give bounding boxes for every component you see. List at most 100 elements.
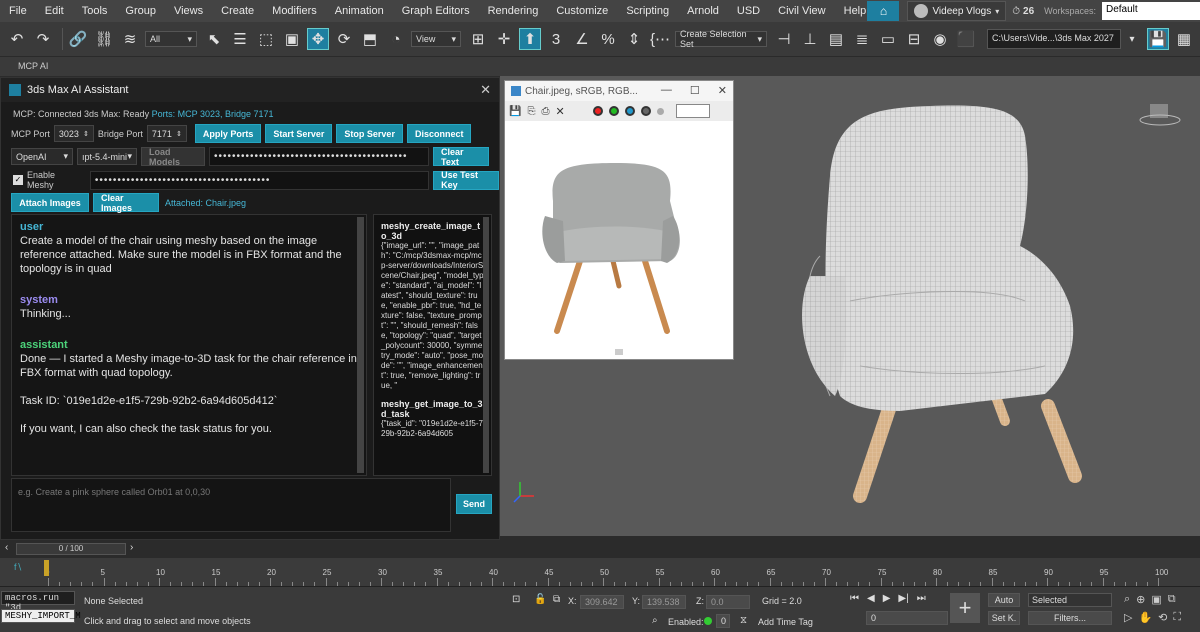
tool-log-scrollbar[interactable] [483,217,489,473]
zoom-icon[interactable]: ⌕ [1124,593,1130,606]
menu-item-edit[interactable]: Edit [36,0,73,22]
grid-icon[interactable]: ▦ [1173,28,1195,50]
menu-item-animation[interactable]: Animation [326,0,393,22]
clear-text-button[interactable]: Clear Text [433,147,489,167]
api-key-field[interactable]: ••••••••••••••••••••••••••••••••••••••••… [209,147,429,166]
zoom-all-icon[interactable]: ⊕ [1136,593,1145,606]
rect-selection-icon[interactable]: ⬚ [255,28,277,50]
time-slider[interactable]: 0 / 100 [16,543,126,555]
mcp-port-spinner[interactable]: 3023 ⇕ [53,125,94,142]
time-tag-icon[interactable]: ⧖ [740,615,747,626]
auto-key-button[interactable]: Auto [988,593,1020,607]
project-path[interactable]: C:\Users\Vide...\3ds Max 2027 [987,29,1121,49]
snaps-toggle-icon[interactable]: 3 [545,28,567,50]
stop-server-button[interactable]: Stop Server [336,124,403,143]
red-channel-icon[interactable] [592,106,603,116]
copy-icon[interactable]: ⎘ [527,106,535,117]
keyboard-shortcut-icon[interactable]: ⬆ [519,28,541,50]
select-manipulate-icon[interactable]: ✛ [493,28,515,50]
current-frame-marker[interactable] [44,560,49,576]
curve-editor-icon[interactable]: ▭ [877,28,899,50]
rotate-icon[interactable]: ⟳ [333,28,355,50]
meshy-key-field[interactable]: ••••••••••••••••••••••••••••••••••••••• [89,170,430,190]
pivot-icon[interactable]: ⊞ [467,28,489,50]
material-editor-icon[interactable]: ◉ [929,28,951,50]
scale-icon[interactable]: ⬒ [359,28,381,50]
orbit-icon[interactable]: ⟲ [1158,611,1167,624]
tool-call-log[interactable]: meshy_create_image_to_3d {"image_url": ""… [373,214,492,476]
bind-spacewarp-icon[interactable]: ≋ [119,28,141,50]
named-selection-sets[interactable]: Create Selection Set ▾ [675,29,767,49]
selection-filter[interactable]: All ▾ [145,31,197,47]
schematic-view-icon[interactable]: ⊟ [903,28,925,50]
render-setup-icon[interactable]: ⬛ [955,28,977,50]
menu-item-modifiers[interactable]: Modifiers [263,0,326,22]
maximize-viewport-icon[interactable]: ⛶ [1173,611,1181,624]
next-frame-icon[interactable]: ▶| [898,593,908,604]
green-channel-icon[interactable] [608,106,619,116]
user-menu[interactable]: Videep Vlogs ▾ [907,1,1007,21]
z-coordinate[interactable]: 0.0 [706,595,750,609]
clear-icon[interactable]: ✕ [555,105,564,118]
use-test-key-button[interactable]: Use Test Key [433,170,500,190]
enabled-value[interactable]: 0 [716,614,730,628]
mono-icon[interactable] [656,107,664,115]
prev-frame-icon[interactable]: ‹ [5,542,8,553]
x-coordinate[interactable]: 309.642 [580,595,624,609]
load-models-button[interactable]: Load Models [141,147,205,167]
close-icon[interactable]: ✕ [718,84,727,97]
menu-item-views[interactable]: Views [165,0,212,22]
save-icon[interactable]: 💾 [509,106,521,117]
key-filter-select[interactable]: Selected [1028,593,1112,607]
menu-item-scripting[interactable]: Scripting [617,0,678,22]
scene-explorer-icon[interactable]: ≣ [851,28,873,50]
set-key-button[interactable]: Set K. [988,611,1020,625]
minimize-icon[interactable]: — [661,84,672,97]
menu-item-tools[interactable]: Tools [73,0,117,22]
select-by-name-icon[interactable]: ☰ [229,28,251,50]
align-icon[interactable]: ⊥ [799,28,821,50]
spinner-snap-icon[interactable]: ⇕ [623,28,645,50]
menu-item-customize[interactable]: Customize [547,0,617,22]
go-to-start-icon[interactable]: ⏮ [850,593,859,604]
edit-named-selection-icon[interactable]: {⋯ [649,28,671,50]
go-to-end-icon[interactable]: ⏭ [917,593,926,604]
reference-coordinate[interactable]: View ▾ [411,31,461,47]
layer-explorer-icon[interactable]: ▤ [825,28,847,50]
chevron-down-icon[interactable]: ▾ [1121,28,1143,50]
menu-item-civil-view[interactable]: Civil View [769,0,834,22]
maxscript-listener-line1[interactable]: macros.run "3d [1,591,75,613]
menu-item-arnold[interactable]: Arnold [678,0,728,22]
model-select[interactable]: ıpt-5.4-mini ▾ [77,148,137,165]
field-of-view-icon[interactable]: ▷ [1124,611,1132,624]
zoom-extents-all-icon[interactable]: ⧉ [1168,593,1176,606]
menu-item-file[interactable]: File [0,0,36,22]
window-crossing-icon[interactable]: ▣ [281,28,303,50]
menu-item-rendering[interactable]: Rendering [479,0,548,22]
enable-meshy-checkbox[interactable]: ✓ [13,175,23,185]
menu-item-usd[interactable]: USD [728,0,769,22]
current-frame-field[interactable]: 0 [866,611,948,625]
lock-selection-icon[interactable]: 🔓 [534,594,546,605]
track-bar-toggle-icon[interactable]: f∖ [14,562,22,573]
provider-select[interactable]: OpenAI ▾ [11,148,73,165]
home-icon[interactable]: ⌂ [867,1,900,21]
isolate-icon[interactable]: ⊡ [512,594,520,605]
play-icon[interactable]: ▶ [883,593,891,604]
absolute-mode-icon[interactable]: ⧉ [553,594,560,605]
mirror-icon[interactable]: ⊣ [773,28,795,50]
link-icon[interactable]: 🔗 [67,28,89,50]
bridge-port-spinner[interactable]: 7171 ⇕ [146,125,187,142]
search-icon[interactable]: ⌕ [652,615,658,626]
prompt-input[interactable]: e.g. Create a pink sphere called Orb01 a… [11,478,451,532]
unlink-icon[interactable]: ⛓ [93,28,115,50]
print-icon[interactable]: ⎙ [541,106,549,117]
pan-icon[interactable]: ✋ [1138,611,1152,624]
angle-snap-icon[interactable]: ∠ [571,28,593,50]
blue-channel-icon[interactable] [624,106,635,116]
alpha-channel-icon[interactable] [640,106,651,116]
maxscript-listener-line2[interactable]: MESHY_IMPORT_M [1,609,81,623]
clear-images-button[interactable]: Clear Images [93,193,159,213]
color-swatch[interactable] [675,104,710,118]
next-frame-icon[interactable]: › [130,542,133,553]
